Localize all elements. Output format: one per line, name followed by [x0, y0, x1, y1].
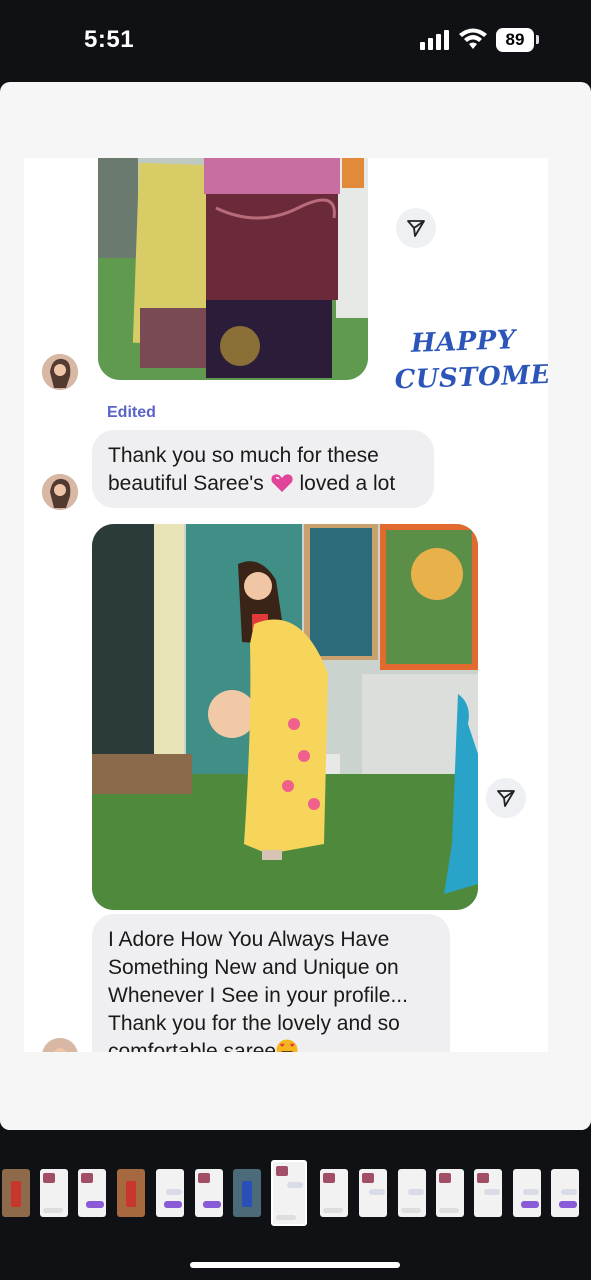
screenshot-content: HAPPY CUSTOMER Edited Thank you so much … — [24, 158, 548, 1060]
thumbnail[interactable] — [474, 1169, 502, 1217]
battery-icon: 89 — [496, 28, 534, 52]
thumbnail[interactable] — [513, 1169, 541, 1217]
message-text-line2: beautiful Saree's loved a lot — [108, 470, 418, 498]
status-time: 5:51 — [84, 26, 135, 53]
message-text: Thank you so much for these — [108, 444, 379, 467]
sarees-photo[interactable] — [98, 158, 368, 380]
thumbnail-strip[interactable] — [0, 1160, 591, 1226]
message-bubble[interactable]: I Adore How You Always Have Something Ne… — [92, 914, 450, 1060]
thumbnail[interactable] — [78, 1169, 106, 1217]
message-text: Thank you for the lovely and so — [108, 1012, 400, 1035]
viewer-bottom-area — [0, 1052, 591, 1130]
thumbnail[interactable] — [551, 1169, 579, 1217]
customer-saree-photo[interactable] — [92, 524, 478, 910]
message-text-part: beautiful Saree's — [108, 472, 264, 495]
thumbnail[interactable] — [117, 1169, 145, 1217]
pink-heart-emoji — [271, 474, 293, 492]
message-bubble[interactable]: Thank you so much for these beautiful Sa… — [92, 430, 434, 508]
thumbnail[interactable] — [320, 1169, 348, 1217]
thumbnail-active[interactable] — [271, 1160, 307, 1226]
image-viewer[interactable]: HAPPY CUSTOMER Edited Thank you so much … — [0, 82, 591, 1130]
thumbnail[interactable] — [233, 1169, 261, 1217]
thumbnail[interactable] — [40, 1169, 68, 1217]
thumbnail[interactable] — [2, 1169, 30, 1217]
thumbnail[interactable] — [195, 1169, 223, 1217]
message-text: I Adore How You Always Have — [108, 928, 390, 951]
message-text-part: loved a lot — [299, 472, 396, 495]
thumbnail[interactable] — [436, 1169, 464, 1217]
avatar[interactable] — [42, 354, 78, 390]
share-button[interactable] — [486, 778, 526, 818]
send-icon — [497, 790, 515, 807]
edited-label: Edited — [107, 404, 156, 421]
thumbnail[interactable] — [398, 1169, 426, 1217]
message-text: Whenever I See in your profile... — [108, 984, 408, 1007]
happy-customer-overlay: HAPPY CUSTOMER — [393, 322, 548, 399]
signal-icon — [420, 30, 450, 50]
message-text: Something New and Unique on — [108, 956, 399, 979]
share-button[interactable] — [396, 208, 436, 248]
overlay-line-1: HAPPY — [410, 325, 517, 359]
send-icon — [407, 220, 425, 237]
home-indicator[interactable] — [190, 1262, 400, 1268]
overlay-line-2: CUSTOMER — [394, 359, 548, 396]
thumbnail[interactable] — [156, 1169, 184, 1217]
wifi-icon — [459, 28, 487, 49]
battery-tip — [536, 35, 539, 44]
status-bar: 5:51 89 — [0, 0, 591, 80]
avatar[interactable] — [42, 474, 78, 510]
thumbnail[interactable] — [359, 1169, 387, 1217]
